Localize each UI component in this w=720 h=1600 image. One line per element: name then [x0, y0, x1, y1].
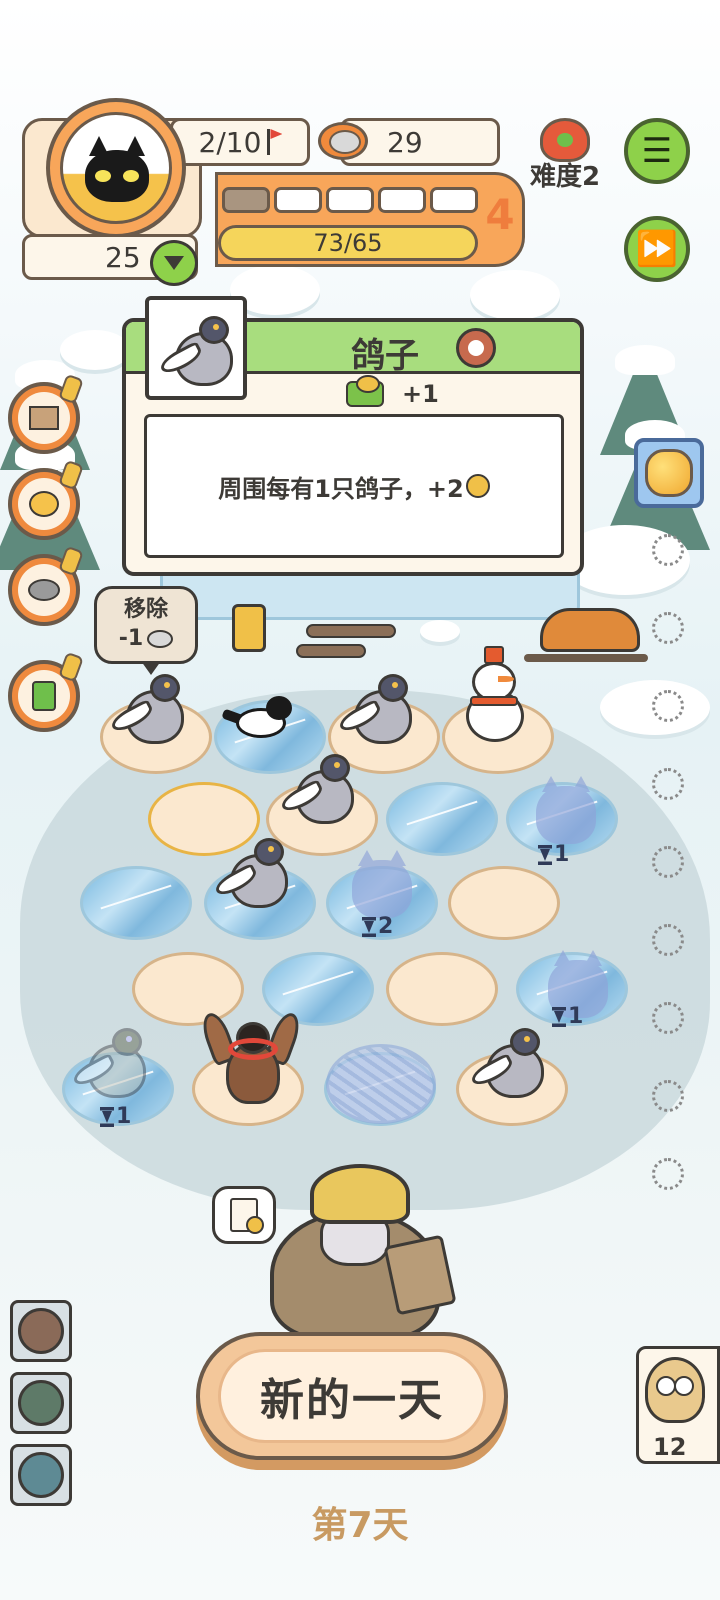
new-day-button[interactable]: 新的一天 [196, 1332, 508, 1460]
bowl-icon [28, 579, 60, 601]
board-tile[interactable] [386, 952, 498, 1026]
level-counter: 2/10 [170, 118, 310, 166]
food-value: 25 [105, 240, 141, 274]
eggs-icon [29, 491, 59, 517]
coin-value: 29 [387, 125, 423, 159]
shield-heart-icon [150, 240, 198, 286]
empty-item-slot[interactable] [652, 690, 684, 722]
hourglass-icon [552, 1006, 566, 1027]
deck-pile[interactable]: 12 [636, 1346, 720, 1464]
score-progress-bar: 73/65 [218, 225, 478, 261]
deck-count: 12 [653, 1433, 687, 1461]
animal-token-icon [18, 1452, 64, 1498]
pigeon[interactable] [108, 672, 190, 748]
week-segment [378, 187, 426, 213]
snow-mound [60, 330, 130, 370]
frozen-pigeon-ghost[interactable] [70, 1026, 152, 1102]
box-icon [29, 406, 59, 430]
day-counter: 第7天 [311, 1505, 409, 1546]
snow-mound [470, 270, 560, 320]
level-value: 2/10 [198, 125, 262, 159]
empty-item-slot[interactable] [652, 1080, 684, 1112]
snowman[interactable] [458, 646, 534, 746]
honey-icon [645, 449, 693, 497]
deck-slot[interactable] [10, 1444, 72, 1506]
week-number: 4 [485, 190, 515, 239]
eagle[interactable] [197, 1009, 305, 1112]
player-avatar[interactable] [46, 98, 186, 238]
frozen-cat-ghost[interactable] [536, 776, 596, 844]
beaver-foreman [240, 1150, 480, 1340]
black-cat-icon [85, 136, 149, 202]
empty-item-slot[interactable] [652, 1002, 684, 1034]
pigeon[interactable] [468, 1026, 550, 1102]
paw-coin-icon [465, 474, 490, 498]
medical-device-button[interactable] [8, 660, 80, 732]
remove-button[interactable]: 移除 -1 [94, 586, 198, 675]
owl-icon [645, 1357, 705, 1423]
log [306, 624, 396, 638]
difficulty-label: 难度2 [530, 162, 601, 192]
pigeon[interactable] [212, 836, 294, 912]
hourglass-icon [100, 1106, 114, 1127]
flag-icon [267, 129, 283, 155]
week-segment [222, 187, 270, 213]
eggs-button[interactable] [8, 468, 80, 540]
fast-forward-icon: ⏩ [635, 229, 679, 269]
card-description-box: 周围每有1只鸽子，+2 [144, 414, 564, 558]
card-title: 鸽子 [351, 336, 419, 376]
week-segment [326, 187, 374, 213]
bowl-button[interactable] [8, 554, 80, 626]
animal-type-icon [456, 328, 496, 368]
deck-slot[interactable] [10, 1300, 72, 1362]
freeze-timer: 1 [100, 1104, 131, 1129]
sled [520, 600, 650, 670]
box-button[interactable] [8, 382, 80, 454]
medical-device-icon [32, 681, 56, 711]
pigeon-icon [157, 314, 239, 390]
frozen-nest[interactable] [326, 1044, 436, 1124]
animal-token-icon [18, 1308, 64, 1354]
magpie[interactable] [221, 694, 302, 750]
empty-item-slot[interactable] [652, 846, 684, 878]
hourglass-icon [362, 916, 376, 937]
deck-slot[interactable] [10, 1372, 72, 1434]
frozen-cat-ghost[interactable] [352, 850, 412, 918]
animal-token-icon [18, 1380, 64, 1426]
lantern [232, 604, 266, 652]
board-tile[interactable] [80, 866, 192, 940]
board-tile[interactable] [448, 866, 560, 940]
menu-button[interactable]: ☰ [624, 118, 690, 184]
log [296, 644, 366, 658]
honey-item-button[interactable] [634, 438, 704, 508]
hourglass-icon [538, 844, 552, 865]
card-description: 周围每有1只鸽子，+2 [218, 474, 464, 503]
pigeon[interactable] [336, 672, 418, 748]
empty-item-slot[interactable] [652, 612, 684, 644]
board-tile[interactable] [386, 782, 498, 856]
progress-text: 73/65 [313, 229, 383, 257]
stat-value: +1 [402, 380, 439, 408]
cat-food-can-icon [147, 630, 174, 648]
empty-item-slot[interactable] [652, 534, 684, 566]
menu-list-icon: ☰ [641, 131, 673, 171]
snow-mound [420, 620, 460, 642]
cat-food-can-icon [318, 122, 368, 160]
freeze-timer: 1 [552, 1004, 583, 1029]
remove-cost: -1 [119, 625, 174, 654]
week-segment [274, 187, 322, 213]
animal-portrait [145, 296, 247, 400]
empty-item-slot[interactable] [652, 1158, 684, 1190]
fast-forward-button[interactable]: ⏩ [624, 216, 690, 282]
empty-item-slot[interactable] [652, 768, 684, 800]
food-bowl-icon [346, 375, 384, 407]
pigeon[interactable] [278, 752, 360, 828]
freeze-timer: 1 [538, 842, 569, 867]
card-stat: +1 [346, 375, 439, 408]
empty-item-slot[interactable] [652, 924, 684, 956]
week-segment [430, 187, 478, 213]
remove-label: 移除 [123, 597, 168, 623]
freeze-timer: 2 [362, 914, 393, 939]
new-day-label: 新的一天 [260, 1375, 444, 1426]
